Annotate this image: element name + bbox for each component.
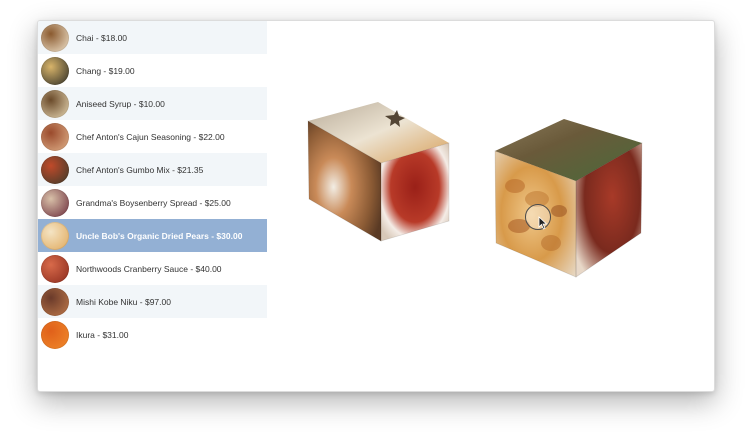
product-label: Ikura - $31.00 <box>76 329 129 340</box>
cajun-seasoning-thumbnail-icon <box>41 122 69 151</box>
product-label: Uncle Bob's Organic Dried Pears - $30.00 <box>76 230 243 241</box>
chang-thumbnail-icon <box>41 56 69 85</box>
cube-viewer[interactable] <box>267 21 714 391</box>
product-list-item[interactable]: Chef Anton's Gumbo Mix - $21.35 <box>38 153 267 186</box>
product-label: Chang - $19.00 <box>76 65 135 76</box>
product-list-item[interactable]: Grandma's Boysenberry Spread - $25.00 <box>38 186 267 219</box>
product-cube-left[interactable] <box>307 102 450 242</box>
product-list-item[interactable]: Ikura - $31.00 <box>38 318 267 351</box>
boysenberry-spread-thumbnail-icon <box>41 188 69 217</box>
product-list-item[interactable]: Chang - $19.00 <box>38 54 267 87</box>
product-list-item[interactable]: Aniseed Syrup - $10.00 <box>38 87 267 120</box>
chai-thumbnail-icon <box>41 23 69 52</box>
product-list-item[interactable]: Chai - $18.00 <box>38 21 267 54</box>
product-label: Chef Anton's Cajun Seasoning - $22.00 <box>76 131 225 142</box>
product-cube-right[interactable] <box>494 119 643 278</box>
product-label: Chef Anton's Gumbo Mix - $21.35 <box>76 164 204 175</box>
dried-pears-thumbnail-icon <box>41 221 69 250</box>
product-label: Chai - $18.00 <box>76 32 128 43</box>
product-list: Chai - $18.00 Chang - $19.00 Aniseed Syrup… <box>38 21 267 351</box>
cranberry-sauce-thumbnail-icon <box>41 254 69 283</box>
aniseed-syrup-thumbnail-icon <box>41 89 69 118</box>
product-list-item[interactable]: Northwoods Cranberry Sauce - $40.00 <box>38 252 267 285</box>
gumbo-mix-thumbnail-icon <box>41 155 69 184</box>
kobe-niku-thumbnail-icon <box>41 287 69 316</box>
product-label: Grandma's Boysenberry Spread - $25.00 <box>76 197 231 208</box>
pointer-arrow-icon <box>538 216 548 230</box>
product-list-item[interactable]: Uncle Bob's Organic Dried Pears - $30.00 <box>38 219 267 252</box>
product-label: Mishi Kobe Niku - $97.00 <box>76 296 171 307</box>
ikura-thumbnail-icon <box>41 320 69 349</box>
product-label: Northwoods Cranberry Sauce - $40.00 <box>76 263 222 274</box>
product-list-item[interactable]: Mishi Kobe Niku - $97.00 <box>38 285 267 318</box>
app-window: Chai - $18.00 Chang - $19.00 Aniseed Syrup… <box>37 20 715 392</box>
product-label: Aniseed Syrup - $10.00 <box>76 98 165 109</box>
cube-scene <box>307 102 643 278</box>
product-list-item[interactable]: Chef Anton's Cajun Seasoning - $22.00 <box>38 120 267 153</box>
